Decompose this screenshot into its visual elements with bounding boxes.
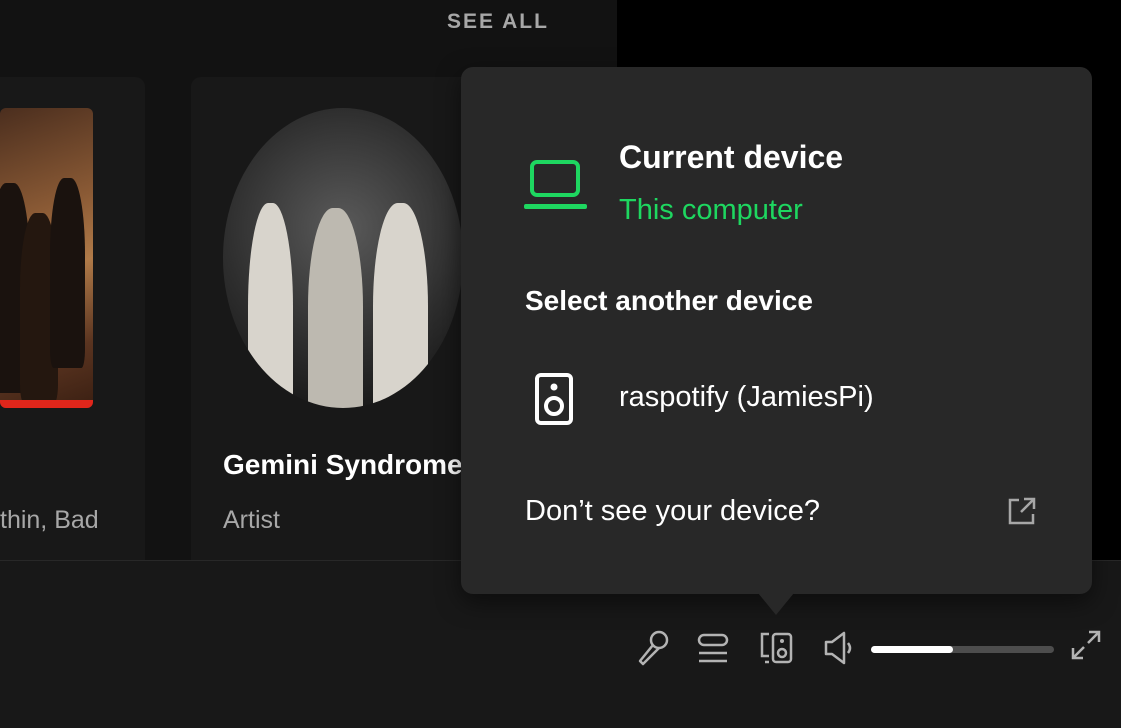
volume-icon[interactable] [822, 628, 856, 668]
connect-device-icon[interactable] [759, 628, 795, 668]
artist-card[interactable]: thin, Bad [0, 77, 145, 577]
card-title: Gemini Syndrome [223, 449, 463, 480]
current-device-name: This computer [619, 194, 803, 226]
art-accent-bar [0, 400, 93, 408]
volume-slider[interactable] [871, 646, 1054, 653]
card-subtitle: Artist [223, 506, 280, 534]
artist-image [223, 108, 463, 408]
device-help-link[interactable]: Don’t see your device? [525, 492, 1036, 532]
device-item[interactable]: raspotify (JamiesPi) [525, 365, 1045, 431]
artist-card[interactable]: Gemini Syndrome Artist [191, 77, 481, 577]
album-art-image [0, 108, 93, 408]
queue-icon[interactable] [696, 628, 730, 668]
volume-slider-fill [871, 646, 954, 653]
device-name: raspotify (JamiesPi) [619, 381, 874, 413]
card-subtitle: thin, Bad [0, 506, 99, 534]
popup-caret [758, 593, 794, 615]
help-link-text: Don’t see your device? [525, 495, 820, 527]
select-device-heading: Select another device [525, 285, 813, 316]
fullscreen-icon[interactable] [1070, 628, 1102, 662]
connect-device-popup: Current device This computer Select anot… [461, 67, 1092, 594]
laptop-icon [524, 160, 587, 209]
speaker-icon [535, 373, 573, 425]
current-device-heading: Current device [619, 139, 844, 175]
external-link-icon [1008, 497, 1036, 525]
lyrics-mic-icon[interactable] [635, 628, 671, 668]
see-all-link[interactable]: SEE ALL [447, 10, 549, 34]
